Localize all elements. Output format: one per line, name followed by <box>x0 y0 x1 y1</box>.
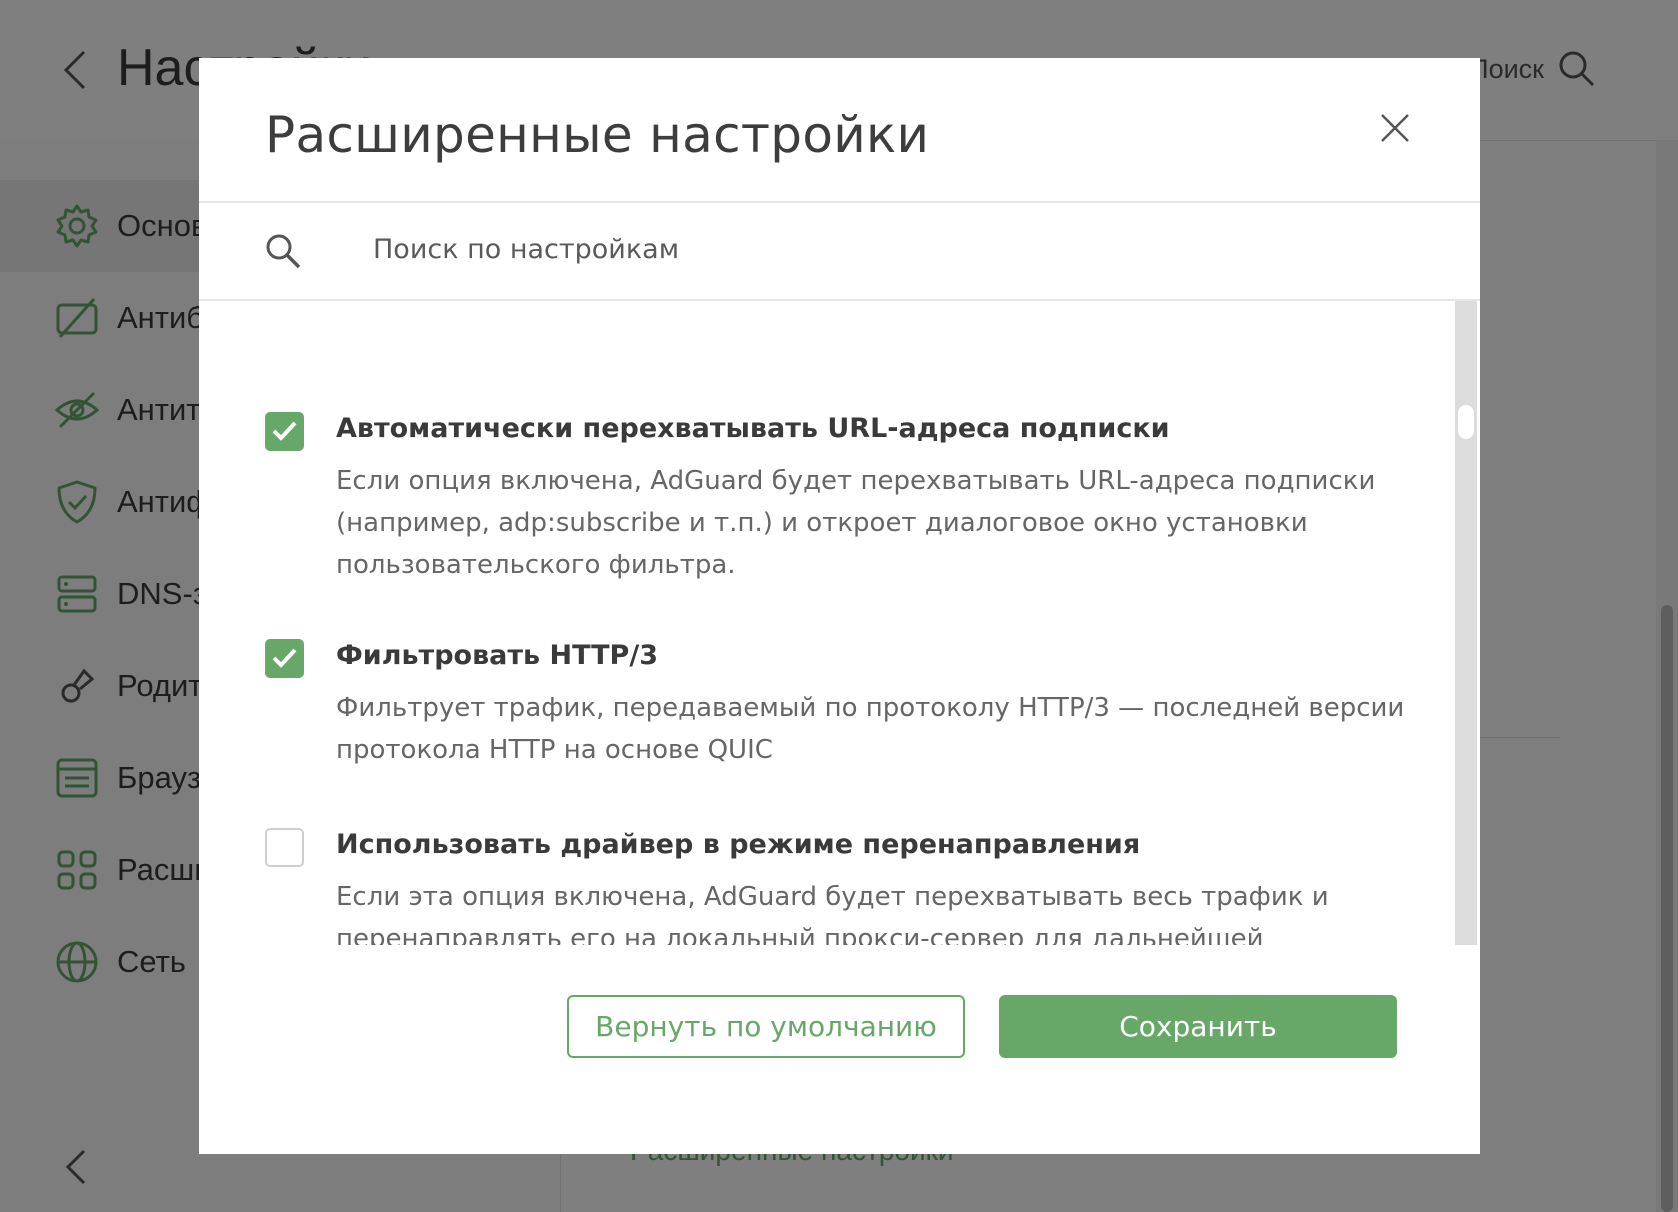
dialog-title: Расширенные настройки <box>265 106 930 164</box>
setting-title: Использовать драйвер в режиме перенаправ… <box>336 829 1141 860</box>
setting-description: Если опция включена, AdGuard будет перех… <box>336 466 1376 580</box>
setting-checkbox[interactable] <box>265 412 304 451</box>
settings-list: Автоматически перехватывать URL-адреса п… <box>199 301 1453 945</box>
checkmark-icon <box>272 421 297 441</box>
checkmark-icon <box>272 648 297 668</box>
advanced-settings-dialog: Расширенные настройки Автоматически пере… <box>199 58 1480 1154</box>
setting-checkbox[interactable] <box>265 639 304 678</box>
scrollbar-thumb[interactable] <box>1458 405 1474 439</box>
setting-description: Если эта опция включена, AdGuard будет п… <box>336 882 1329 945</box>
close-icon <box>1381 114 1409 142</box>
reset-defaults-button[interactable]: Вернуть по умолчанию <box>567 995 965 1058</box>
save-button[interactable]: Сохранить <box>999 995 1397 1058</box>
settings-scrollbar[interactable] <box>1455 301 1477 945</box>
setting-description: Фильтрует трафик, передаваемый по проток… <box>336 693 1405 765</box>
setting-title: Автоматически перехватывать URL-адреса п… <box>336 413 1170 444</box>
search-icon <box>266 234 301 269</box>
setting-title: Фильтровать HTTP/3 <box>336 640 658 671</box>
settings-search <box>199 201 1480 301</box>
close-button[interactable] <box>1378 111 1412 145</box>
setting-checkbox[interactable] <box>265 828 304 867</box>
settings-search-input[interactable] <box>373 225 1423 273</box>
